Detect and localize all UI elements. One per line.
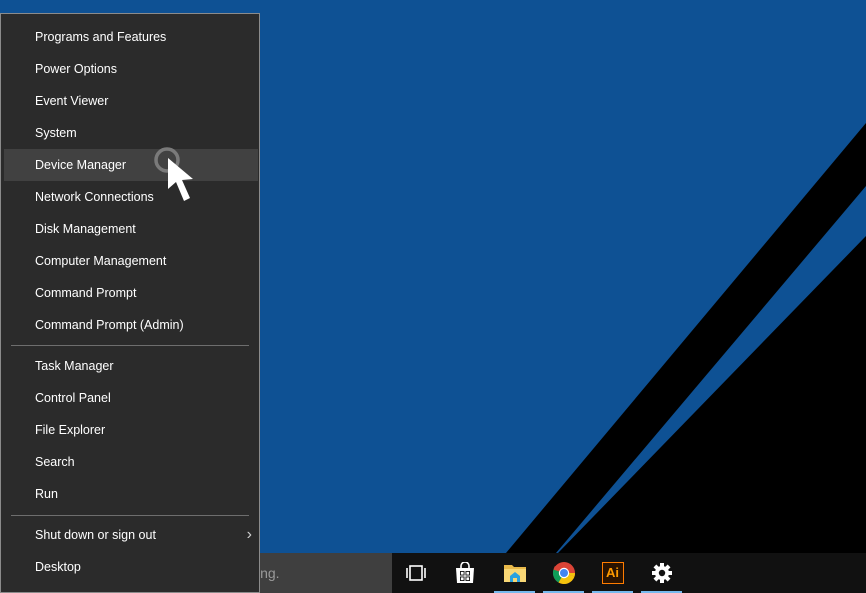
menu-item-label: Command Prompt (35, 286, 137, 300)
menu-item-label: Task Manager (35, 359, 114, 373)
menu-item-label: Computer Management (35, 254, 167, 268)
menu-item-label: Shut down or sign out (35, 528, 156, 542)
menu-item-label: Command Prompt (Admin) (35, 318, 184, 332)
settings-button[interactable] (637, 553, 686, 593)
illustrator-icon-label: Ai (606, 565, 619, 580)
menu-item-programs-and-features[interactable]: Programs and Features (4, 21, 258, 53)
chrome-icon (552, 562, 575, 585)
menu-item-system[interactable]: System (4, 117, 258, 149)
menu-item-label: Power Options (35, 62, 117, 76)
menu-item-file-explorer[interactable]: File Explorer (4, 414, 258, 446)
menu-item-run[interactable]: Run (4, 478, 258, 510)
menu-item-label: Event Viewer (35, 94, 109, 108)
chevron-right-icon: › (246, 526, 252, 543)
menu-item-label: Desktop (35, 560, 81, 574)
menu-item-label: Device Manager (35, 158, 127, 172)
power-user-menu: Programs and Features Power Options Even… (0, 13, 260, 593)
file-explorer-button[interactable] (490, 553, 539, 593)
menu-item-command-prompt-admin[interactable]: Command Prompt (Admin) (4, 309, 258, 341)
gear-icon (651, 563, 672, 583)
menu-item-label: Run (35, 487, 58, 501)
illustrator-button[interactable]: Ai (588, 553, 637, 593)
menu-item-label: Disk Management (35, 222, 136, 236)
menu-item-label: Search (35, 455, 75, 469)
menu-item-label: Network Connections (35, 190, 154, 204)
menu-item-label: System (35, 126, 77, 140)
folder-icon (503, 565, 526, 582)
menu-item-device-manager[interactable]: Device Manager (4, 149, 258, 181)
menu-item-computer-management[interactable]: Computer Management (4, 245, 258, 277)
menu-separator (11, 515, 249, 516)
menu-item-power-options[interactable]: Power Options (4, 53, 258, 85)
store-icon (455, 562, 474, 583)
menu-item-network-connections[interactable]: Network Connections (4, 181, 258, 213)
search-placeholder: ing. (257, 565, 280, 581)
chrome-button[interactable] (539, 553, 588, 593)
menu-item-desktop[interactable]: Desktop (4, 551, 258, 583)
menu-item-event-viewer[interactable]: Event Viewer (4, 85, 258, 117)
menu-item-control-panel[interactable]: Control Panel (4, 382, 258, 414)
menu-item-label: Programs and Features (35, 30, 167, 44)
menu-item-shut-down-or-sign-out[interactable]: Shut down or sign out › (4, 519, 258, 551)
mouse-cursor-busy-icon (154, 147, 193, 201)
menu-item-label: Control Panel (35, 391, 111, 405)
task-view-button[interactable] (391, 553, 440, 593)
menu-separator (11, 345, 249, 346)
store-button[interactable] (440, 553, 489, 593)
menu-item-command-prompt[interactable]: Command Prompt (4, 277, 258, 309)
menu-item-search[interactable]: Search (4, 446, 258, 478)
illustrator-icon: Ai (601, 562, 624, 584)
task-view-icon (405, 565, 426, 581)
menu-item-disk-management[interactable]: Disk Management (4, 213, 258, 245)
menu-item-label: File Explorer (35, 423, 106, 437)
menu-item-task-manager[interactable]: Task Manager (4, 350, 258, 382)
